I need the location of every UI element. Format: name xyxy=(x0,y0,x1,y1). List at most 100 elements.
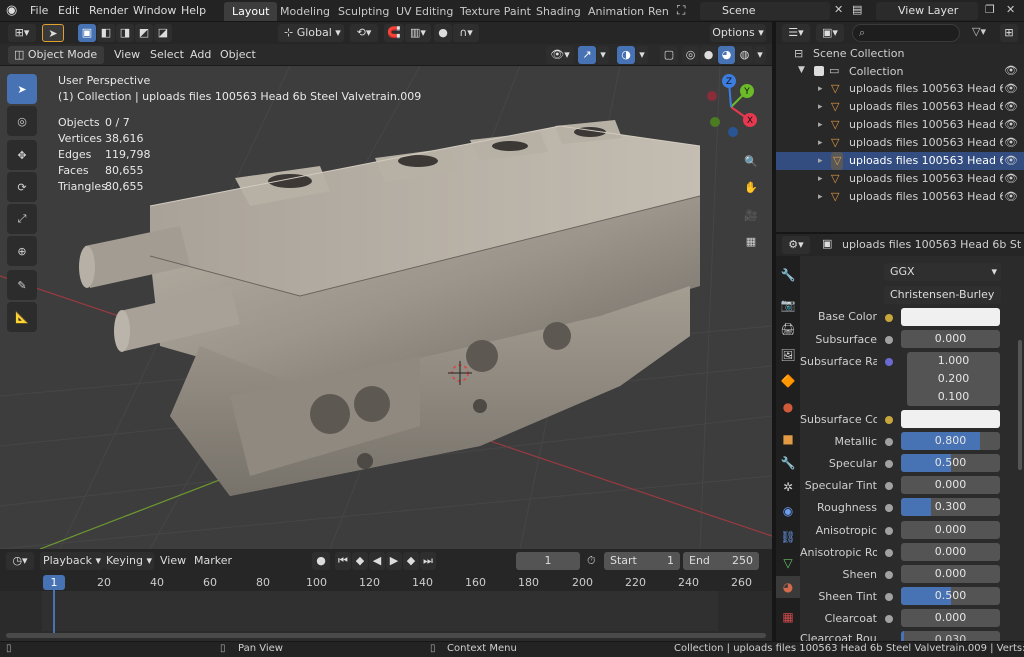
camera-icon[interactable]: 🎥 xyxy=(738,202,764,228)
tab-layout[interactable]: Layout xyxy=(224,2,278,21)
subsurface-field[interactable]: 0.000 xyxy=(901,330,1000,348)
base-color-socket[interactable] xyxy=(885,314,893,322)
view-layer-icon[interactable]: ▤ xyxy=(852,3,862,16)
new-collection-icon[interactable]: ⊞ xyxy=(1000,24,1018,42)
jump-start-button[interactable]: ⏮ xyxy=(335,552,351,570)
preview-range-icon[interactable]: ⏱ xyxy=(587,554,596,568)
roughness-field[interactable]: 0.300 xyxy=(901,498,1000,516)
view-layer-field[interactable]: View Layer xyxy=(876,2,978,20)
shading-material-icon[interactable]: ◕ xyxy=(718,46,735,64)
playhead-marker[interactable]: 1 xyxy=(43,575,65,590)
specular-tint-field[interactable]: 0.000 xyxy=(901,476,1000,494)
3d-viewport[interactable]: ➤ ◎ ✥ ⟳ ⤢ ⊕ ✎ 📐 User Perspective (1) Col… xyxy=(0,66,772,549)
tab-animation[interactable]: Animation xyxy=(580,2,652,21)
outliner-item[interactable]: ▸ ▽ uploads files 100563 Head 6b Ste👁 xyxy=(776,80,1024,98)
visibility-icon[interactable]: 👁 xyxy=(1004,170,1018,188)
base-color-swatch[interactable] xyxy=(901,308,1000,326)
visibility-icon[interactable]: 👁 xyxy=(1004,98,1018,116)
play-button[interactable]: ▶ xyxy=(386,552,402,570)
specular-socket[interactable] xyxy=(885,460,893,468)
expand-arrow-icon[interactable]: ▸ xyxy=(818,170,823,188)
record-button[interactable]: ● xyxy=(312,552,330,570)
timeline-marker-menu[interactable]: Marker xyxy=(188,553,238,569)
physics-tab-icon[interactable]: ◉ xyxy=(776,500,800,522)
timeline-keying-menu[interactable]: Keying ▾ xyxy=(104,552,154,570)
falloff-dropdown[interactable]: ∩▾ xyxy=(453,24,479,42)
select-new-icon[interactable]: ▣ xyxy=(78,24,96,42)
snap-target-dropdown[interactable]: ▥▾ xyxy=(405,24,431,42)
scene-collection-label[interactable]: Scene Collection xyxy=(813,47,904,60)
specular-tint-socket[interactable] xyxy=(885,482,893,490)
timeline-playback-menu[interactable]: Playback ▾ xyxy=(40,552,104,570)
menu-edit[interactable]: Edit xyxy=(52,3,85,19)
current-frame-field[interactable]: 1 xyxy=(516,552,580,570)
proportional-edit-toggle[interactable]: ● xyxy=(434,24,452,42)
annotate-tool[interactable]: ✎ xyxy=(7,270,37,300)
rotate-tool[interactable]: ⟳ xyxy=(7,172,37,202)
sheen-tint-socket[interactable] xyxy=(885,593,893,601)
subsurface-method-dropdown[interactable]: Christensen-Burley▾ xyxy=(884,286,1001,319)
metallic-socket[interactable] xyxy=(885,438,893,446)
menu-file[interactable]: File xyxy=(24,3,54,19)
gizmo-toggle[interactable]: ↗ xyxy=(578,46,596,64)
viewport-menu-add[interactable]: Add xyxy=(184,47,217,63)
shading-dropdown[interactable]: ▾ xyxy=(754,46,766,64)
blender-logo-icon[interactable]: ◉ xyxy=(6,3,22,19)
data-tab-icon[interactable]: ▽ xyxy=(776,552,800,574)
outliner-item[interactable]: ▸ ▽ uploads files 100563 Head 6b Ste👁 xyxy=(776,98,1024,116)
expand-arrow-icon[interactable]: ▸ xyxy=(818,134,823,152)
outliner-item[interactable]: ▸ ▽ uploads files 100563 Head 6b Ste👁 xyxy=(776,134,1024,152)
pan-hand-icon[interactable]: ✋ xyxy=(738,174,764,200)
subsurface-radius-x[interactable]: 1.000 xyxy=(907,352,1000,370)
sheen-field[interactable]: 0.000 xyxy=(901,565,1000,583)
tab-rendering[interactable]: Ren xyxy=(644,2,670,21)
end-frame-field[interactable]: End 250 xyxy=(683,552,759,570)
xray-toggle[interactable]: ▢ xyxy=(660,46,678,64)
move-tool[interactable]: ✥ xyxy=(7,140,37,170)
render-tab-icon[interactable]: 📷 xyxy=(776,294,800,316)
grid-view-icon[interactable]: ▦ xyxy=(738,228,764,254)
outliner-item-active[interactable]: ▸ ▽ uploads files 100563 Head 6b Ste👁 xyxy=(776,152,1024,170)
expand-arrow-icon[interactable]: ▸ xyxy=(818,116,823,134)
snap-toggle[interactable]: 🧲 xyxy=(384,24,404,42)
tab-uv-editing[interactable]: UV Editing xyxy=(388,2,461,21)
view-layer-close-icon[interactable]: ✕ xyxy=(1006,3,1015,16)
filter-icon[interactable]: ▽▾ xyxy=(972,25,986,38)
roughness-socket[interactable] xyxy=(885,504,893,512)
timeline-editor-type[interactable]: ◷▾ xyxy=(6,552,34,570)
sheen-socket[interactable] xyxy=(885,571,893,579)
visibility-dropdown[interactable]: 👁▾ xyxy=(546,46,574,64)
expand-arrow-icon[interactable]: ▸ xyxy=(818,80,823,98)
sheen-tint-field[interactable]: 0.500 xyxy=(901,587,1000,605)
expand-arrow-icon[interactable]: ▸ xyxy=(818,98,823,116)
select-subtract-icon[interactable]: ◨ xyxy=(116,24,134,42)
viewport-menu-object[interactable]: Object xyxy=(214,47,262,63)
properties-editor-type[interactable]: ⚙▾ xyxy=(782,236,810,254)
subsurface-radius-y[interactable]: 0.200 xyxy=(907,370,1000,388)
material-tab-icon[interactable]: ◕ xyxy=(776,576,800,598)
clearcoat-socket[interactable] xyxy=(885,615,893,623)
view-layer-tab-icon[interactable]: 🖼 xyxy=(776,344,800,366)
expand-arrow-icon[interactable]: ▸ xyxy=(818,188,823,206)
subsurface-radius-socket[interactable] xyxy=(885,358,893,366)
overlay-toggle[interactable]: ◑ xyxy=(617,46,635,64)
outliner-item[interactable]: ▸ ▽ uploads files 100563 Head 6b Ste👁 xyxy=(776,188,1024,206)
visibility-icon[interactable]: 👁 xyxy=(1004,188,1018,206)
collection-visibility-icon[interactable]: 👁 xyxy=(1004,64,1018,77)
metallic-field[interactable]: 0.800 xyxy=(901,432,1000,450)
play-reverse-button[interactable]: ◀ xyxy=(369,552,385,570)
measure-tool[interactable]: 📐 xyxy=(7,302,37,332)
clearcoat-field[interactable]: 0.000 xyxy=(901,609,1000,627)
transform-tool[interactable]: ⊕ xyxy=(7,236,37,266)
distribution-dropdown[interactable]: GGX ▾ xyxy=(884,263,1001,281)
texture-tab-icon[interactable]: ▦ xyxy=(776,606,800,628)
overlay-dropdown[interactable]: ▾ xyxy=(636,46,648,64)
outliner-item[interactable]: ▸ ▽ uploads files 100563 Head 6b Ste👁 xyxy=(776,170,1024,188)
tab-modeling[interactable]: Modeling xyxy=(272,2,338,21)
scene-tab-icon[interactable]: 🔶 xyxy=(776,370,800,392)
outliner-editor-type[interactable]: ☰▾ xyxy=(782,24,810,42)
visibility-icon[interactable]: 👁 xyxy=(1004,80,1018,98)
anisotropic-rotation-socket[interactable] xyxy=(885,549,893,557)
next-keyframe-button[interactable]: ◆ xyxy=(403,552,419,570)
cursor-tool[interactable]: ◎ xyxy=(7,106,37,136)
